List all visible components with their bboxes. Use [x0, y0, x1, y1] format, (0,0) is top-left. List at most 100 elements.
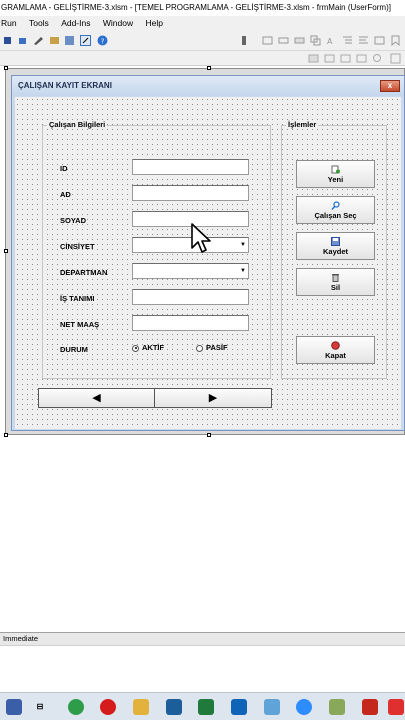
frame-employee-caption: Çalışan Bilgileri [47, 120, 108, 129]
new-button-label: Yeni [327, 175, 344, 184]
delete-button-label: Sil [330, 283, 341, 292]
radio-pasif[interactable]: PASİF [196, 343, 228, 352]
select-employee-label: Çalışan Seç [314, 211, 357, 220]
taskbar-torrent-icon[interactable] [68, 699, 84, 715]
ungroup-icon[interactable] [340, 53, 351, 64]
immediate-window-title: Immediate [0, 632, 405, 645]
resize-handle[interactable] [207, 433, 211, 437]
frame-actions: İşlemler Yeni Çalışan Seç Kaydet Sil Kap… [281, 120, 387, 379]
label-durum: DURUM [60, 345, 88, 354]
snap-grid-icon[interactable] [390, 53, 401, 64]
taskbar-office-icon[interactable] [362, 699, 378, 715]
menu-help[interactable]: Help [145, 16, 162, 31]
close-record-icon [331, 341, 340, 350]
align-icon[interactable] [262, 35, 273, 46]
vba-editor-window: GRAMLAMA - GELİŞTİRME-3.xlsm - [TEMEL PR… [0, 0, 405, 720]
align-center-icon[interactable] [294, 35, 305, 46]
input-is-tanimi[interactable] [132, 289, 249, 305]
label-cinsiyet: CİNSİYET [60, 242, 95, 251]
properties-icon[interactable] [64, 35, 75, 46]
input-net-maas[interactable] [132, 315, 249, 331]
save-button[interactable]: Kaydet [296, 232, 375, 260]
form-close-button[interactable]: x [380, 80, 400, 92]
immediate-window-body[interactable] [0, 645, 405, 692]
input-ad[interactable] [132, 185, 249, 201]
next-record-button[interactable]: ▶ [154, 388, 272, 408]
menu-run[interactable]: Run [1, 16, 17, 31]
group-icon[interactable] [310, 35, 321, 46]
mouse-cursor-icon [191, 223, 211, 253]
toolbox-icon[interactable] [80, 35, 91, 46]
form-title: ÇALIŞAN KAYIT EKRANI [12, 76, 404, 96]
close-button-label: Kapat [325, 351, 346, 360]
label-soyad: SOYAD [60, 216, 86, 225]
taskbar-taskview-icon[interactable]: ⊟ [32, 699, 48, 715]
project-explorer-icon[interactable] [49, 35, 60, 46]
toolbar-scroll-icon[interactable] [240, 35, 251, 46]
menu-add-ins[interactable]: Add-Ins [61, 16, 90, 31]
bring-front-icon[interactable] [308, 53, 319, 64]
taskbar-explorer-icon[interactable] [133, 699, 149, 715]
label-ad: AD [60, 190, 71, 199]
arrow-left-icon: ◀ [92, 392, 101, 404]
save-icon [331, 237, 340, 246]
resize-handle[interactable] [4, 433, 8, 437]
make-same-size-icon[interactable] [356, 53, 367, 64]
prev-record-button[interactable]: ◀ [38, 388, 155, 408]
taskbar-skype-icon[interactable] [264, 699, 280, 715]
zoom-icon[interactable] [372, 53, 383, 64]
taskbar-outlook-icon[interactable] [231, 699, 247, 715]
taskbar-app-icon[interactable] [166, 699, 182, 715]
taskbar: ⊟ [0, 692, 405, 720]
radio-pasif-label: PASİF [206, 343, 228, 352]
menu-tools[interactable]: Tools [29, 16, 49, 31]
outdent-icon[interactable] [358, 35, 369, 46]
radio-aktif[interactable]: AKTİF [132, 343, 164, 352]
arrow-right-icon: ▶ [208, 392, 218, 404]
align-left-icon[interactable] [278, 35, 289, 46]
svg-text:A: A [327, 37, 333, 46]
close-button[interactable]: Kapat [296, 336, 375, 364]
radio-unchecked-icon [196, 344, 203, 352]
send-back-icon[interactable] [324, 53, 335, 64]
label-is-tanimi: İŞ TANIMI [60, 294, 95, 303]
input-id[interactable] [132, 159, 249, 175]
menu-window[interactable]: Window [103, 16, 133, 31]
combo-departman[interactable]: ▼ [132, 263, 249, 279]
label-id: ID [60, 164, 68, 173]
radio-checked-icon [132, 344, 139, 352]
delete-icon [332, 274, 339, 282]
chevron-down-icon[interactable]: ▼ [238, 238, 248, 252]
svg-text:?: ? [101, 37, 105, 45]
help-icon[interactable]: ? [97, 35, 108, 46]
save-button-label: Kaydet [322, 247, 348, 256]
taskbar-start-icon[interactable] [6, 699, 22, 715]
select-employee-button[interactable]: Çalışan Seç [296, 196, 375, 224]
font-size-icon[interactable]: A [326, 35, 337, 46]
chevron-down-icon[interactable]: ▼ [238, 264, 248, 278]
userform-toolbar [0, 51, 405, 66]
pause-icon[interactable] [2, 35, 13, 46]
window-title: GRAMLAMA - GELİŞTİRME-3.xlsm - [TEMEL PR… [0, 0, 405, 16]
frame-actions-caption: İşlemler [286, 120, 319, 129]
taskbar-recorder-icon[interactable] [388, 699, 404, 715]
label-departman: DEPARTMAN [60, 268, 108, 277]
design-mode-icon[interactable] [33, 35, 44, 46]
resize-handle[interactable] [4, 66, 8, 70]
taskbar-excel-icon[interactable] [198, 699, 214, 715]
stop-icon[interactable] [17, 35, 28, 46]
resize-handle[interactable] [4, 249, 8, 253]
taskbar-zoom-icon[interactable] [296, 699, 312, 715]
taskbar-notepad-icon[interactable] [329, 699, 345, 715]
resize-handle[interactable] [207, 66, 211, 70]
taskbar-opera-icon[interactable] [100, 699, 116, 715]
indent-icon[interactable] [342, 35, 353, 46]
comment-icon[interactable] [374, 35, 385, 46]
form-client-area: Çalışan Bilgileri ID AD SOYAD CİNSİYET ▼… [15, 97, 401, 429]
delete-button[interactable]: Sil [296, 268, 375, 296]
radio-aktif-label: AKTİF [142, 343, 165, 352]
label-net-maas: NET MAAŞ [60, 320, 100, 329]
menu-bar: Run Tools Add-Ins Window Help [0, 16, 405, 31]
new-button[interactable]: Yeni [296, 160, 375, 188]
bookmark-icon[interactable] [390, 35, 401, 46]
